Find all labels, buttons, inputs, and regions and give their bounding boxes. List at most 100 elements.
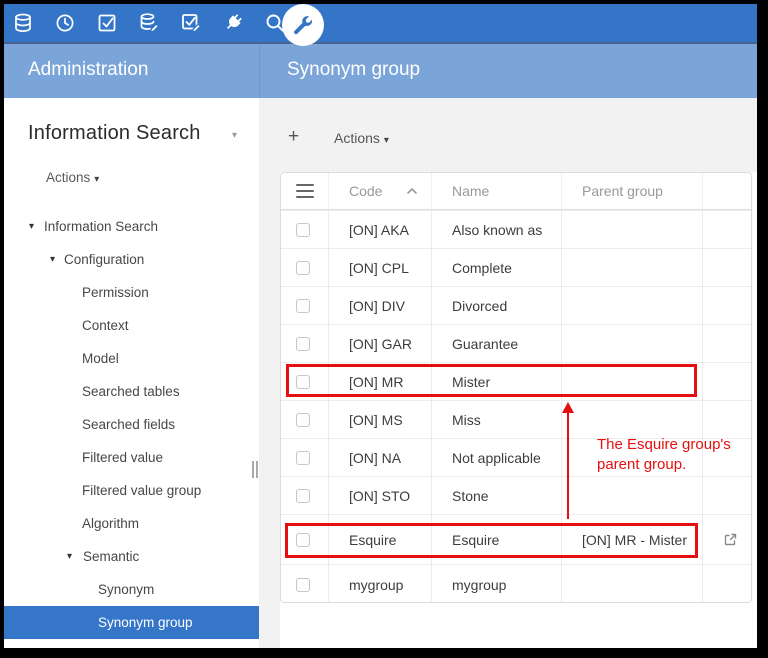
row-checkbox[interactable] [296,337,310,351]
sidebar-actions-label: Actions [46,170,90,185]
column-header-code[interactable]: Code [328,173,431,209]
tree-item-label: Permission [4,276,149,309]
tree-item-algorithm[interactable]: Algorithm [4,507,259,540]
sidebar-actions-dropdown[interactable]: Actions▾ [46,170,99,185]
caret-down-icon[interactable]: ▾ [29,210,34,243]
grid-menu-icon[interactable] [296,184,314,199]
tree-item-semantic[interactable]: ▾Semantic [4,540,259,573]
column-header-actions [702,173,751,209]
row-checkbox[interactable] [296,489,310,503]
tree-item-synonym[interactable]: Synonym [4,573,259,606]
left-gutter [259,98,280,648]
grid-actions-dropdown[interactable]: Actions▾ [334,130,389,146]
wrench-icon [292,14,314,36]
row-checkbox[interactable] [296,451,310,465]
header-divider [259,42,260,98]
tree-item-synonym-group-selected[interactable]: Synonym group [4,606,259,639]
sidebar-title-caret-icon[interactable]: ▾ [232,130,237,141]
cell-parent-group [561,439,702,476]
table-row[interactable]: [ON] GAR Guarantee [281,324,751,362]
table-row-mister-highlighted[interactable]: [ON] MR Mister [281,362,751,400]
cell-parent-group [561,363,702,400]
cell-code: [ON] MS [328,401,431,438]
tree-item-configuration[interactable]: ▾Configuration [4,243,259,276]
table-row[interactable]: [ON] AKA Also known as [281,210,751,248]
caret-down-icon[interactable]: ▾ [67,540,72,573]
caret-down-icon[interactable]: ▾ [50,243,55,276]
tree-item-label: Filtered value group [4,474,201,507]
cell-code: [ON] STO [328,477,431,514]
grid-header-row: Code Name Parent group [281,173,751,210]
table-row[interactable]: mygroup mygroup [281,564,751,603]
column-header-name[interactable]: Name [431,173,561,209]
tree-item-filtered-value-group[interactable]: Filtered value group [4,474,259,507]
column-header-parent-group[interactable]: Parent group [561,173,702,209]
cell-code: [ON] CPL [328,249,431,286]
tree-item-label: Algorithm [4,507,139,540]
data-grid: Code Name Parent group [ON] AKA Also kno… [280,172,752,603]
cell-code: [ON] MR [328,363,431,400]
cell-code: [ON] DIV [328,287,431,324]
plug-icon[interactable] [222,12,244,34]
add-record-button[interactable]: + [288,126,299,148]
database-edit-icon[interactable] [138,12,160,34]
tree-item-label: Context [4,309,129,342]
cell-parent-group [561,565,702,603]
row-checkbox[interactable] [296,223,310,237]
database-icon[interactable] [12,12,34,34]
tree-item-model[interactable]: Model [4,342,259,375]
column-header-label: Name [452,183,489,199]
row-checkbox[interactable] [296,375,310,389]
tree-item-filtered-value[interactable]: Filtered value [4,441,259,474]
cell-code: mygroup [328,565,431,603]
top-toolbar [4,4,757,42]
cell-parent-group [561,401,702,438]
tree-item-label: Configuration [4,243,144,276]
column-header-label: Parent group [582,183,663,199]
tree-item-searched-fields[interactable]: Searched fields [4,408,259,441]
cell-parent-group [561,211,702,248]
tree-item-permission[interactable]: Permission [4,276,259,309]
open-record-external-link-icon[interactable] [723,532,738,547]
tree-item-label: Information Search [4,210,158,243]
cell-parent-group [561,477,702,514]
cell-name: Mister [431,363,561,400]
sidebar: Information Search ▾ Actions▾ ▾Informati… [4,98,259,648]
tasks-icon[interactable] [96,12,118,34]
tree-item-label: Model [4,342,119,375]
table-row[interactable]: [ON] DIV Divorced [281,286,751,324]
app-window: Administration Synonym group Information… [4,4,757,648]
wrench-icon-active-button[interactable] [282,4,324,46]
row-checkbox[interactable] [296,533,310,547]
table-row-esquire-highlighted[interactable]: Esquire Esquire [ON] MR - Mister [281,514,751,564]
cell-code: [ON] GAR [328,325,431,362]
row-checkbox[interactable] [296,578,310,592]
cell-parent-group [561,287,702,324]
tree-item-label: Searched tables [4,375,180,408]
cell-parent-group [561,325,702,362]
row-checkbox[interactable] [296,261,310,275]
tasks-edit-icon[interactable] [180,12,202,34]
column-header-label: Code [349,183,382,199]
tree-item-information-search[interactable]: ▾Information Search [4,210,259,243]
table-row[interactable]: [ON] STO Stone [281,476,751,514]
cell-code: [ON] NA [328,439,431,476]
sidebar-scrollbar-thumb[interactable] [252,461,258,478]
row-checkbox[interactable] [296,413,310,427]
cell-code: [ON] AKA [328,211,431,248]
table-row[interactable]: [ON] MS Miss [281,400,751,438]
sidebar-header-title: Administration [28,42,148,98]
tree-item-label: Synonym [4,573,154,606]
tree-item-context[interactable]: Context [4,309,259,342]
sidebar-title: Information Search [28,122,201,145]
cell-name: Divorced [431,287,561,324]
row-checkbox[interactable] [296,299,310,313]
table-row[interactable]: [ON] CPL Complete [281,248,751,286]
tree-item-label: Synonym group [4,606,193,639]
clock-icon[interactable] [54,12,76,34]
top-toolbar-icons [12,4,286,42]
cell-name: Complete [431,249,561,286]
cell-name: Miss [431,401,561,438]
table-row[interactable]: [ON] NA Not applicable [281,438,751,476]
tree-item-searched-tables[interactable]: Searched tables [4,375,259,408]
